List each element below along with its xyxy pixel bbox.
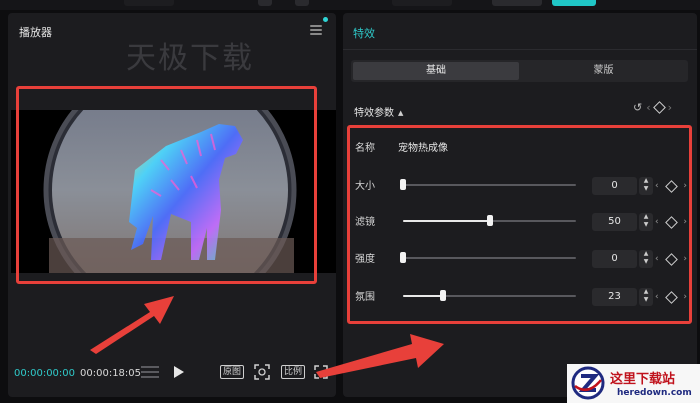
param-stepper[interactable]: ▲ ▼ [639, 250, 653, 268]
param-value-input[interactable]: 50 [592, 213, 637, 231]
original-button[interactable]: 原图 [220, 362, 245, 382]
slider-knob[interactable] [439, 290, 446, 301]
divider [343, 49, 697, 50]
param-keyframe-controls: ‹ › [655, 290, 687, 304]
ratio-button[interactable]: 比例 [281, 362, 306, 382]
param-slider[interactable] [400, 179, 576, 190]
param-slider[interactable] [403, 215, 576, 226]
keyframe-icon[interactable] [664, 179, 678, 193]
next-keyframe-icon[interactable]: › [683, 181, 687, 191]
tab-mask[interactable]: 蒙版 [521, 62, 686, 80]
current-time: 00:00:00:00 [14, 368, 76, 379]
play-button[interactable] [172, 362, 184, 382]
crop-icon[interactable] [254, 362, 270, 382]
section-header-controls: ↺ ‹ › [633, 101, 672, 114]
param-stepper[interactable]: ▲ ▼ [639, 213, 653, 231]
param-value-input[interactable]: 0 [592, 250, 637, 268]
site-logo: 这里下载站 heredown.com [567, 364, 700, 403]
video-highlight-box [16, 86, 317, 284]
prev-keyframe-icon[interactable]: ‹ [655, 254, 659, 264]
section-title[interactable]: 特效参数 ▲ [354, 104, 403, 119]
logo-url: heredown.com [617, 388, 692, 398]
prev-keyframe-icon[interactable]: ‹ [646, 101, 650, 114]
param-stepper[interactable]: ▲ ▼ [639, 288, 653, 306]
param-label: 大小 [355, 181, 375, 192]
watermark: 天极下载 [126, 41, 254, 76]
caret-up-icon: ▲ [398, 109, 404, 117]
top-bar [0, 0, 700, 10]
param-label: 氛围 [355, 292, 375, 303]
arrow-annotation-icon [316, 334, 444, 378]
top-bar-icon[interactable] [258, 0, 272, 6]
notification-dot-icon [323, 17, 328, 22]
keyframe-icon[interactable] [664, 215, 678, 229]
logo-text: 这里下载站 [610, 372, 676, 387]
ratio-label: 比例 [281, 365, 306, 379]
slider-fill [403, 295, 443, 297]
effects-panel-title: 特效 [353, 27, 375, 40]
param-keyframe-controls: ‹ › [655, 252, 687, 266]
tab-basic[interactable]: 基础 [353, 62, 519, 80]
name-label: 名称 [355, 143, 375, 154]
param-slider[interactable] [400, 252, 576, 263]
param-keyframe-controls: ‹ › [655, 179, 687, 193]
logo-badge-icon [571, 366, 605, 400]
param-keyframe-controls: ‹ › [655, 215, 687, 229]
param-label: 滤镜 [355, 217, 375, 228]
param-stepper[interactable]: ▲ ▼ [639, 177, 653, 195]
original-label: 原图 [220, 365, 245, 379]
top-bar-icon[interactable] [295, 0, 309, 6]
section-title-label: 特效参数 [354, 108, 394, 119]
top-bar-item[interactable] [124, 0, 174, 6]
param-value-input[interactable]: 0 [592, 177, 637, 195]
next-keyframe-icon[interactable]: › [668, 101, 672, 114]
slider-knob[interactable] [486, 215, 493, 226]
keyframe-icon[interactable] [652, 101, 666, 114]
prev-keyframe-icon[interactable]: ‹ [655, 181, 659, 191]
next-keyframe-icon[interactable]: › [683, 292, 687, 302]
slider-knob[interactable] [400, 252, 406, 263]
prev-keyframe-icon[interactable]: ‹ [655, 217, 659, 227]
top-bar-item[interactable] [392, 0, 452, 6]
next-keyframe-icon[interactable]: › [683, 217, 687, 227]
reset-icon[interactable]: ↺ [633, 101, 642, 114]
keyframe-icon[interactable] [664, 290, 678, 304]
effect-name: 宠物热成像 [398, 143, 448, 154]
player-title: 播放器 [19, 26, 52, 39]
export-button[interactable] [552, 0, 596, 6]
param-value-input[interactable]: 23 [592, 288, 637, 306]
next-keyframe-icon[interactable]: › [683, 254, 687, 264]
param-label: 强度 [355, 254, 375, 265]
total-time: 00:00:18:05 [80, 368, 142, 379]
menu-icon[interactable] [310, 25, 322, 35]
tab-bar: 基础 蒙版 [351, 60, 688, 82]
slider-fill [403, 220, 490, 222]
keyframe-icon[interactable] [664, 252, 678, 266]
grid-icon[interactable] [141, 362, 159, 382]
prev-keyframe-icon[interactable]: ‹ [655, 292, 659, 302]
arrow-annotation-icon [90, 296, 174, 354]
top-bar-button[interactable] [492, 0, 542, 6]
param-slider[interactable] [403, 290, 576, 301]
slider-knob[interactable] [400, 179, 406, 190]
